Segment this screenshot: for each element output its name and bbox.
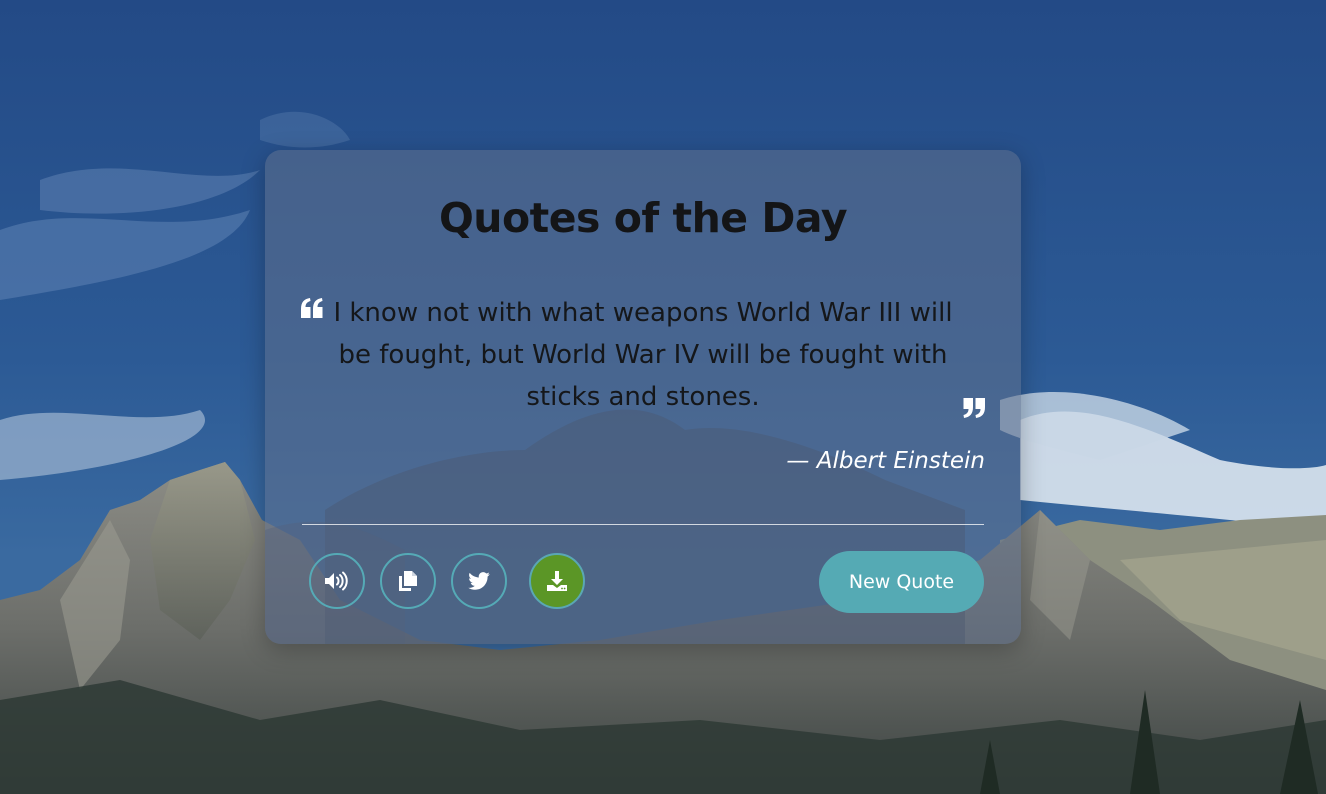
quote-left-icon (301, 298, 323, 318)
download-icon (547, 571, 567, 591)
twitter-icon (468, 572, 490, 590)
speech-button[interactable] (309, 553, 365, 609)
tweet-button[interactable] (451, 553, 507, 609)
quote-card: Quotes of the Day I know not with what w… (265, 150, 1021, 644)
volume-icon (325, 571, 348, 591)
quote-right-icon (963, 398, 985, 418)
copy-icon (399, 571, 417, 591)
download-button[interactable] (529, 553, 585, 609)
copy-button[interactable] (380, 553, 436, 609)
quote-author: — Albert Einstein (786, 448, 985, 474)
quote-text: I know not with what weapons World War I… (333, 298, 953, 412)
divider (302, 524, 984, 525)
page-title: Quotes of the Day (438, 194, 848, 242)
new-quote-button[interactable]: New Quote (819, 551, 984, 613)
